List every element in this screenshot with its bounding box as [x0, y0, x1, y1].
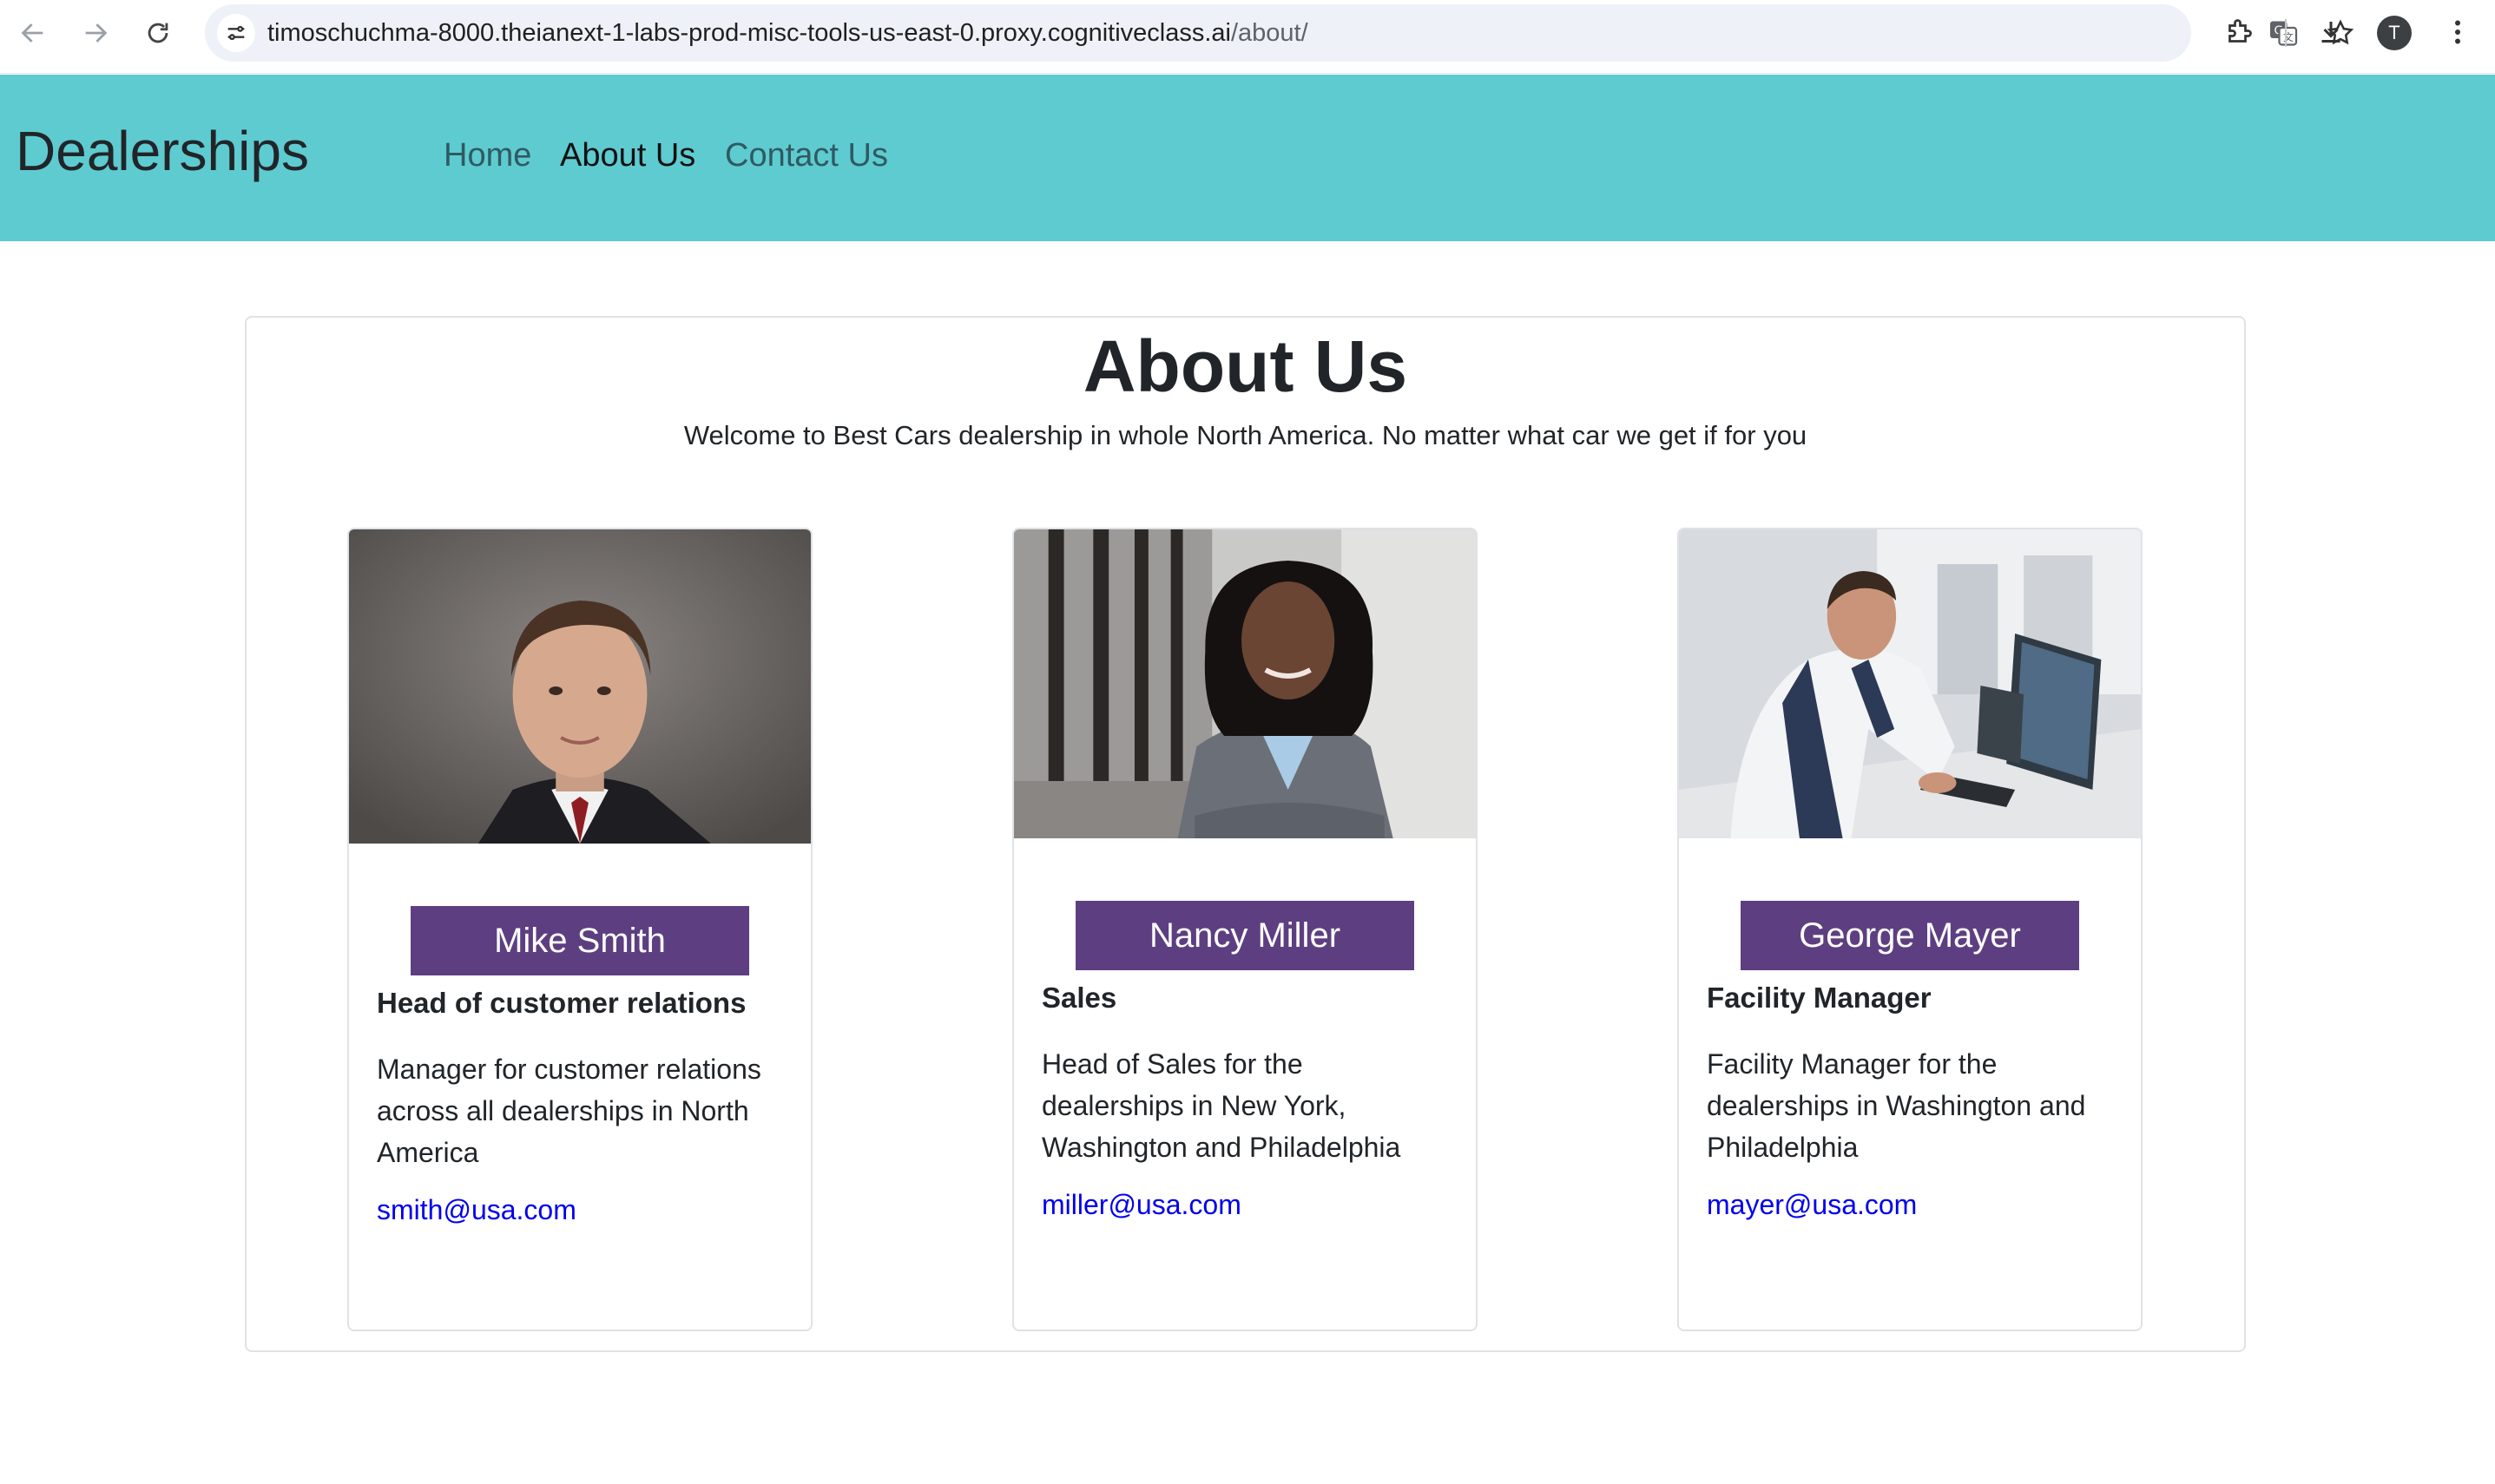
site-navbar: Dealerships Home About Us Contact Us [0, 75, 2495, 241]
nav-about-us[interactable]: About Us [560, 135, 695, 175]
role-mike-smith: Head of customer relations [377, 987, 747, 1019]
name-button-nancy-miller[interactable]: Nancy Miller [1076, 901, 1414, 970]
team-card-george-mayer: George Mayer Facility Manager Facility M… [1677, 528, 2143, 1331]
more-menu-icon[interactable] [2438, 12, 2478, 52]
brand-title[interactable]: Dealerships [16, 116, 309, 186]
role-george-mayer: Facility Manager [1707, 982, 1932, 1014]
back-icon[interactable] [14, 14, 52, 52]
description-george-mayer: Facility Manager for the dealerships in … [1707, 1048, 2086, 1163]
description-mike-smith: Manager for customer relations across al… [377, 1054, 761, 1168]
role-nancy-miller: Sales [1042, 982, 1117, 1014]
url-path: /about/ [1230, 19, 1308, 47]
team-card-nancy-miller: Nancy Miller Sales Head of Sales for the… [1012, 528, 1478, 1331]
browser-toolbar: timoschuchma-8000.theianext-1-labs-prod-… [0, 0, 2495, 74]
page-title: About Us [1083, 325, 1408, 407]
nav-contact-us[interactable]: Contact Us [725, 135, 888, 175]
toolbar-divider [2285, 19, 2287, 47]
site-settings-icon[interactable] [217, 14, 255, 52]
url-host: timoschuchma-8000.theianext-1-labs-prod-… [267, 19, 1231, 47]
photo-mike-smith [349, 529, 811, 844]
reload-icon[interactable] [139, 14, 177, 52]
address-bar[interactable]: timoschuchma-8000.theianext-1-labs-prod-… [205, 4, 2354, 62]
intro-text: Welcome to Best Cars dealership in whole… [683, 420, 1807, 450]
name-button-george-mayer[interactable]: George Mayer [1741, 901, 2079, 970]
forward-icon[interactable] [76, 14, 115, 52]
name-button-mike-smith[interactable]: Mike Smith [411, 906, 749, 975]
email-link-mike-smith[interactable]: smith@usa.com [377, 1191, 576, 1229]
team-card-mike-smith: Mike Smith Head of customer relations Ma… [347, 528, 813, 1331]
extensions-icon[interactable] [2219, 12, 2259, 52]
photo-nancy-miller [1014, 529, 1476, 838]
profile-avatar[interactable]: T [2377, 16, 2412, 50]
nav-home[interactable]: Home [444, 135, 531, 175]
about-card: About Us Welcome to Best Cars dealership… [245, 316, 2246, 1352]
url-text[interactable]: timoschuchma-8000.theianext-1-labs-prod-… [267, 4, 1308, 62]
translate-icon[interactable]: G文 [2266, 16, 2301, 50]
download-icon[interactable] [2311, 12, 2351, 52]
email-link-nancy-miller[interactable]: miller@usa.com [1042, 1185, 1241, 1224]
photo-george-mayer [1679, 529, 2141, 838]
description-nancy-miller: Head of Sales for the dealerships in New… [1042, 1048, 1401, 1163]
email-link-george-mayer[interactable]: mayer@usa.com [1707, 1185, 1917, 1224]
